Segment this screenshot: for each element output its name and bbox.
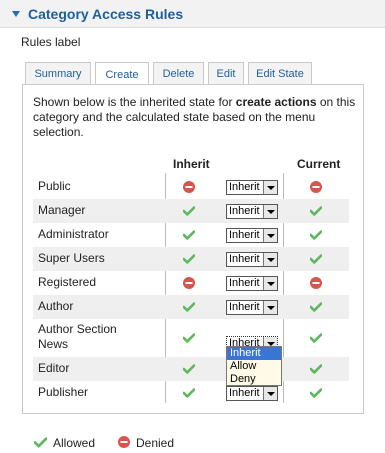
group-row: Super Users Inherit	[33, 247, 349, 271]
group-name: Publisher	[38, 385, 89, 399]
permission-select[interactable]: Inherit	[226, 180, 278, 195]
dropdown-option[interactable]: Allow	[227, 360, 281, 373]
group-name: Editor	[38, 361, 70, 375]
inherit-column-header: Inherit	[173, 157, 210, 171]
group-name: Administrator	[38, 227, 109, 241]
legend-allowed-label: Allowed	[53, 436, 96, 450]
rules-content: Shown below is the inherited state for c…	[22, 84, 364, 414]
current-denied-icon	[310, 181, 322, 193]
description-text: Shown below is the inherited state for c…	[33, 95, 356, 139]
inherit-allowed-icon	[183, 364, 195, 374]
current-column-header: Current	[297, 157, 341, 171]
group-row: Administrator Inherit	[33, 223, 349, 247]
panel-title[interactable]: Category Access Rules	[28, 6, 183, 22]
permission-select[interactable]: Inherit	[226, 228, 278, 243]
tab-summary[interactable]: Summary	[25, 62, 91, 85]
permission-select[interactable]: Inherit	[226, 252, 278, 267]
legend-denied-label: Denied	[136, 436, 175, 450]
tab-delete[interactable]: Delete	[153, 62, 204, 85]
current-allowed-icon	[310, 302, 322, 312]
action-tabs: Summary Create Delete Edit Edit State	[25, 62, 316, 86]
permission-select-value: Inherit	[229, 253, 260, 265]
group-row: Author Inherit	[33, 295, 349, 319]
current-allowed-icon	[310, 333, 322, 343]
permission-select-value: Inherit	[229, 205, 260, 217]
group-row: Public Inherit	[33, 175, 349, 199]
inherit-allowed-icon	[183, 206, 195, 216]
dropdown-option[interactable]: Inherit	[227, 347, 281, 360]
current-allowed-icon	[310, 230, 322, 240]
group-row: Manager Inherit	[33, 199, 349, 223]
inherit-allowed-icon	[183, 230, 195, 240]
inherit-allowed-icon	[183, 333, 195, 343]
current-denied-icon	[310, 277, 322, 289]
group-row: Author Section News Inherit	[33, 319, 349, 357]
inherit-allowed-icon	[183, 302, 195, 312]
dropdown-option[interactable]: Deny	[227, 373, 281, 386]
group-name: Registered	[38, 275, 97, 289]
group-name: Author Section News	[38, 322, 117, 351]
permission-select-value: Inherit	[229, 277, 260, 289]
permission-select-value: Inherit	[229, 181, 260, 193]
chevron-down-icon[interactable]	[263, 253, 277, 266]
tab-edit-state[interactable]: Edit State	[248, 62, 312, 85]
inherit-allowed-icon	[183, 254, 195, 264]
permission-select[interactable]: Inherit	[226, 276, 278, 291]
current-allowed-icon	[310, 254, 322, 264]
rules-label: Rules label	[21, 35, 81, 49]
check-icon	[34, 437, 47, 448]
denied-icon	[118, 436, 130, 448]
permission-select-value: Inherit	[229, 301, 260, 313]
group-name: Public	[38, 179, 71, 193]
group-row: Registered Inherit	[33, 271, 349, 295]
group-row: Publisher Inherit	[33, 381, 349, 405]
permission-select[interactable]: Inherit	[226, 386, 278, 401]
chevron-down-icon[interactable]	[263, 205, 277, 218]
chevron-down-icon[interactable]	[263, 181, 277, 194]
chevron-down-icon[interactable]	[263, 277, 277, 290]
tab-create[interactable]: Create	[95, 62, 149, 86]
group-row: EditorInherit	[33, 357, 349, 381]
permission-select-value: Inherit	[229, 387, 260, 399]
group-name: Super Users	[38, 251, 105, 265]
permission-select-value: Inherit	[229, 229, 260, 241]
group-name: Manager	[38, 203, 86, 217]
permission-select[interactable]: Inherit	[226, 204, 278, 219]
current-allowed-icon	[310, 206, 322, 216]
permission-select[interactable]: Inherit	[226, 300, 278, 315]
tab-edit[interactable]: Edit	[208, 62, 244, 85]
inherit-denied-icon	[183, 181, 195, 193]
inherit-allowed-icon	[183, 388, 195, 398]
collapse-triangle-icon[interactable]	[12, 10, 20, 17]
group-name: Author	[38, 299, 74, 313]
current-allowed-icon	[310, 388, 322, 398]
chevron-down-icon[interactable]	[263, 387, 277, 400]
permission-dropdown-list[interactable]: Inherit Allow Deny	[226, 346, 282, 386]
panel-header[interactable]: Category Access Rules	[0, 0, 385, 28]
chevron-down-icon[interactable]	[263, 301, 277, 314]
inherit-denied-icon	[183, 277, 195, 289]
chevron-down-icon[interactable]	[263, 229, 277, 242]
current-allowed-icon	[310, 364, 322, 374]
